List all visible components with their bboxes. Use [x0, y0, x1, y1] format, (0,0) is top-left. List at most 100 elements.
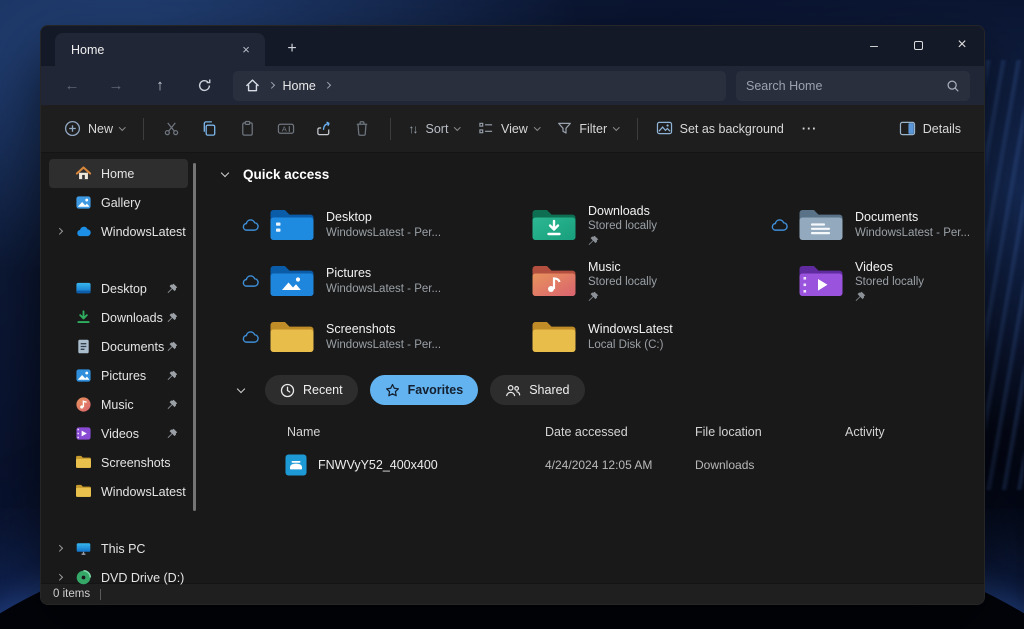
minimize-button[interactable]: – — [852, 26, 896, 64]
quick-access-item-windowslatest[interactable]: WindowsLatest Local Disk (C:) — [531, 309, 766, 365]
sidebar-item-windowslatest-folder[interactable]: WindowsLatest — [49, 477, 188, 506]
sidebar-item-dvd-drive[interactable]: DVD Drive (D:) ( — [49, 563, 188, 592]
sidebar-item-documents[interactable]: Documents — [49, 332, 188, 361]
sidebar-item-desktop[interactable]: Desktop — [49, 274, 188, 303]
quick-access-item-downloads[interactable]: Downloads Stored locally — [531, 197, 766, 253]
expand-chevron-icon[interactable] — [56, 545, 63, 552]
recent-section-header: Recent Favorites Shared — [213, 375, 984, 405]
file-row[interactable]: FNWVyY52_400x400 4/24/2024 12:05 AM Down… — [213, 451, 984, 479]
expand-chevron-icon[interactable] — [56, 574, 63, 581]
tab-home[interactable]: Home × — [55, 33, 265, 66]
column-header-activity[interactable]: Activity — [845, 425, 984, 439]
favorites-pill[interactable]: Favorites — [369, 375, 479, 405]
more-icon: ··· — [801, 121, 818, 136]
sidebar-item-label: Home — [101, 166, 135, 181]
new-button[interactable]: New — [55, 112, 134, 146]
maximize-button[interactable] — [896, 26, 940, 64]
sidebar-item-home[interactable]: Home — [49, 159, 188, 188]
collapse-chevron-icon[interactable] — [236, 384, 246, 393]
sidebar-item-label: Downloads — [101, 310, 163, 325]
column-header-date-accessed[interactable]: Date accessed — [545, 425, 695, 439]
details-button[interactable]: Details — [890, 112, 970, 146]
sidebar-item-pictures[interactable]: Pictures — [49, 361, 188, 390]
collapse-chevron-icon[interactable] — [220, 168, 230, 177]
item-name: Screenshots — [326, 322, 396, 337]
quick-access-item-documents[interactable]: Documents WindowsLatest - Per... — [766, 197, 984, 253]
pin-icon — [588, 291, 657, 303]
desktop: Home × + – × ← → ↑ Home Search Home New … — [0, 0, 1024, 629]
home-icon[interactable] — [245, 78, 260, 93]
forward-button[interactable]: → — [101, 71, 131, 101]
back-button[interactable]: ← — [57, 71, 87, 101]
sort-button[interactable]: ↑↓ Sort — [400, 112, 469, 146]
delete-button[interactable] — [343, 112, 381, 146]
sidebar-item-this-pc[interactable]: This PC — [49, 534, 188, 563]
shared-pill[interactable]: Shared — [490, 375, 585, 405]
cut-icon — [164, 122, 179, 136]
sidebar-item-label: Gallery — [101, 195, 141, 210]
desktop-icon — [75, 280, 92, 297]
set-as-background-button[interactable]: Set as background — [647, 112, 793, 146]
search-icon[interactable] — [946, 79, 960, 93]
sidebar-item-label: Desktop — [101, 281, 147, 296]
tab-bar: Home × + – × — [41, 26, 984, 66]
sidebar-item-onedrive-windowslatest[interactable]: WindowsLatest - — [49, 217, 188, 246]
quick-access-item-screenshots[interactable]: Screenshots WindowsLatest - Per... — [237, 309, 531, 365]
view-label: View — [500, 121, 528, 136]
more-options-button[interactable]: ··· — [793, 112, 827, 146]
wallpaper-bloom-streaks — [986, 60, 1024, 490]
sidebar-item-music[interactable]: Music — [49, 390, 188, 419]
copy-icon — [203, 121, 216, 136]
share-button[interactable] — [305, 112, 343, 146]
pill-label: Shared — [529, 383, 570, 397]
item-subtitle: WindowsLatest - Per... — [326, 226, 442, 239]
quick-access-header[interactable]: Quick access — [213, 163, 984, 185]
downloads-folder-icon — [532, 210, 576, 240]
rename-icon: A — [277, 123, 294, 134]
sidebar-item-gallery[interactable]: Gallery — [49, 188, 188, 217]
close-button[interactable]: × — [940, 26, 984, 64]
item-subtitle: Stored locally — [588, 276, 658, 289]
search-box[interactable] — [736, 70, 970, 101]
item-name: Downloads — [588, 203, 650, 218]
quick-access-item-videos[interactable]: Videos Stored locally — [766, 253, 984, 309]
refresh-button[interactable] — [189, 71, 219, 101]
rename-button[interactable]: A — [267, 112, 305, 146]
downloads-icon — [75, 309, 92, 326]
quick-access-item-music[interactable]: Music Stored locally — [531, 253, 766, 309]
videos-icon — [75, 425, 92, 442]
file-location: Downloads — [695, 458, 755, 472]
filter-icon — [558, 122, 572, 134]
sidebar-item-screenshots[interactable]: Screenshots — [49, 448, 188, 477]
tab-close-icon[interactable]: × — [237, 41, 255, 59]
search-input[interactable] — [746, 78, 946, 93]
file-date-accessed: 4/24/2024 12:05 AM — [545, 458, 653, 472]
column-header-name[interactable]: Name — [287, 425, 545, 439]
cut-button[interactable] — [153, 112, 191, 146]
item-name: Desktop — [326, 210, 372, 225]
paste-button[interactable] — [229, 112, 267, 146]
sidebar-scrollbar[interactable] — [193, 163, 196, 511]
quick-access-item-pictures[interactable]: Pictures WindowsLatest - Per... — [237, 253, 531, 309]
sidebar-item-downloads[interactable]: Downloads — [49, 303, 188, 332]
chevron-down-icon — [533, 123, 541, 131]
up-button[interactable]: ↑ — [145, 71, 175, 101]
sidebar-item-label: WindowsLatest - — [101, 224, 188, 239]
view-icon — [479, 122, 493, 134]
view-button[interactable]: View — [469, 112, 548, 146]
recent-pill[interactable]: Recent — [265, 375, 358, 405]
sidebar-item-videos[interactable]: Videos — [49, 419, 188, 448]
expand-chevron-icon[interactable] — [56, 228, 63, 235]
breadcrumb[interactable]: Home — [233, 70, 726, 101]
item-name: Pictures — [326, 266, 372, 281]
breadcrumb-item-home[interactable]: Home — [283, 79, 316, 93]
quick-access-item-desktop[interactable]: Desktop WindowsLatest - Per... — [237, 197, 531, 253]
column-header-file-location[interactable]: File location — [695, 425, 845, 439]
sidebar-item-label: WindowsLatest — [101, 484, 186, 499]
trash-icon — [356, 121, 367, 136]
new-tab-button[interactable]: + — [277, 36, 307, 62]
copy-button[interactable] — [191, 112, 229, 146]
filter-button[interactable]: Filter — [548, 112, 627, 146]
file-name: FNWVyY52_400x400 — [318, 458, 438, 472]
item-name: Music — [588, 259, 621, 274]
